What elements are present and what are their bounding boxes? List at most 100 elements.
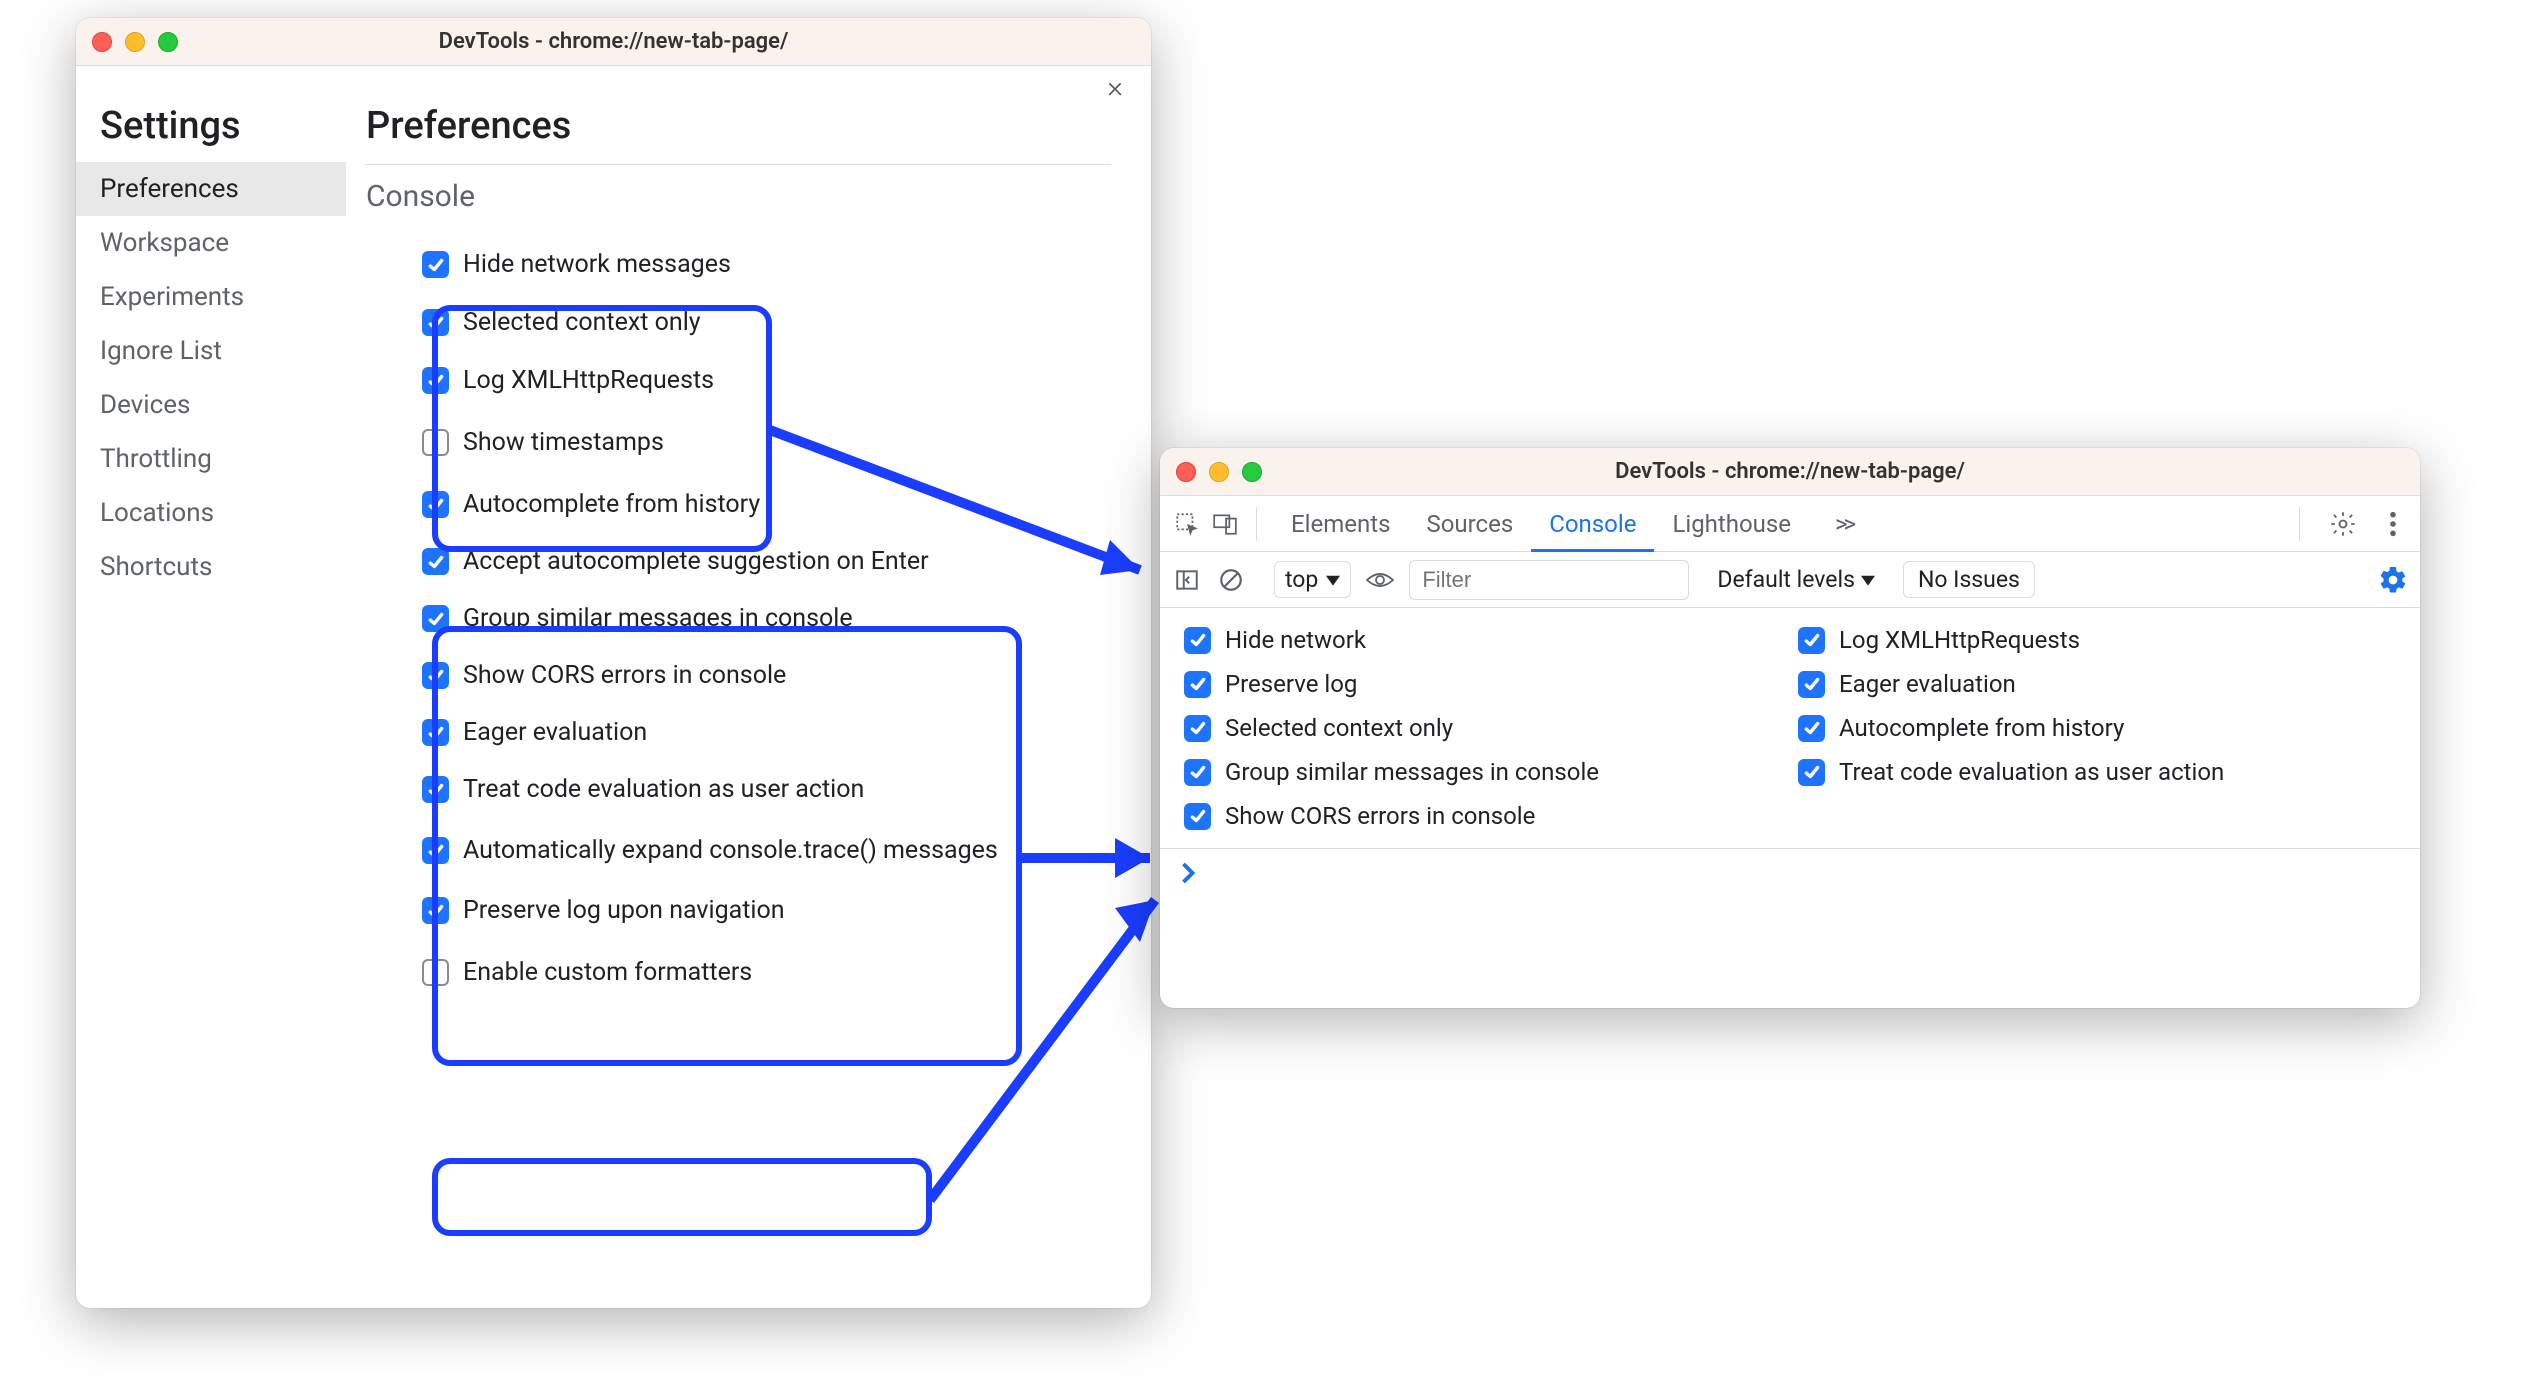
issues-pill[interactable]: No Issues <box>1903 561 2035 598</box>
console-setting-checkbox[interactable]: Group similar messages in console <box>1184 750 1782 794</box>
console-pref-checkbox[interactable]: Preserve log upon navigation <box>422 886 1111 934</box>
console-pref-checkbox[interactable]: Autocomplete from history <box>422 476 1111 533</box>
checkbox[interactable] <box>1184 803 1211 830</box>
checkbox-label: Hide network <box>1225 626 1366 654</box>
console-setting-checkbox[interactable]: Treat code evaluation as user action <box>1798 750 2396 794</box>
checkbox[interactable] <box>1184 759 1211 786</box>
settings-nav-item[interactable]: Devices <box>76 378 346 432</box>
console-prompt[interactable] <box>1160 849 2420 904</box>
checkbox[interactable] <box>422 605 449 632</box>
console-pref-checkbox[interactable]: Hide network messages <box>422 236 1111 294</box>
chevron-right-icon <box>1180 861 1196 885</box>
checkbox[interactable] <box>422 959 449 986</box>
console-settings-gear-icon[interactable] <box>2378 565 2408 595</box>
settings-nav-item[interactable]: Locations <box>76 486 346 540</box>
checkbox-label: Show CORS errors in console <box>463 661 786 690</box>
window-traffic-lights[interactable] <box>92 32 178 52</box>
settings-gear-icon[interactable] <box>2328 509 2358 539</box>
checkbox[interactable] <box>1798 671 1825 698</box>
checkbox[interactable] <box>422 897 449 924</box>
window-traffic-lights[interactable] <box>1176 462 1262 482</box>
checkbox-label: Group similar messages in console <box>463 604 853 633</box>
console-pref-checkbox[interactable]: Automatically expand console.trace() mes… <box>422 826 1111 874</box>
minimize-window-icon[interactable] <box>1209 462 1229 482</box>
filter-input[interactable] <box>1409 560 1689 600</box>
console-pref-checkbox[interactable]: Show CORS errors in console <box>422 647 1111 704</box>
close-window-icon[interactable] <box>92 32 112 52</box>
settings-nav-item[interactable]: Preferences <box>76 162 346 216</box>
settings-nav-item[interactable]: Experiments <box>76 270 346 324</box>
window-title: DevTools - chrome://new-tab-page/ <box>1615 459 1965 484</box>
titlebar: DevTools - chrome://new-tab-page/ <box>1160 448 2420 496</box>
close-settings-button[interactable]: × <box>1107 70 1123 105</box>
console-setting-checkbox[interactable]: Hide network <box>1184 618 1782 662</box>
console-pref-checkbox[interactable]: Selected context only <box>422 294 1111 352</box>
maximize-window-icon[interactable] <box>1242 462 1262 482</box>
console-pref-checkbox[interactable]: Accept autocomplete suggestion on Enter <box>422 533 1111 590</box>
console-setting-checkbox[interactable]: Show CORS errors in console <box>1184 794 1782 838</box>
console-sidebar-toggle-icon[interactable] <box>1172 565 1202 595</box>
minimize-window-icon[interactable] <box>125 32 145 52</box>
console-setting-checkbox[interactable]: Autocomplete from history <box>1798 706 2396 750</box>
checkbox[interactable] <box>1184 671 1211 698</box>
checkbox[interactable] <box>422 491 449 518</box>
maximize-window-icon[interactable] <box>158 32 178 52</box>
checkbox[interactable] <box>1184 627 1211 654</box>
close-window-icon[interactable] <box>1176 462 1196 482</box>
context-selector[interactable]: top <box>1274 561 1351 598</box>
settings-nav-item[interactable]: Throttling <box>76 432 346 486</box>
checkbox[interactable] <box>422 309 449 336</box>
checkbox[interactable] <box>422 776 449 803</box>
console-setting-checkbox[interactable]: Eager evaluation <box>1798 662 2396 706</box>
console-pref-checkbox[interactable]: Group similar messages in console <box>422 590 1111 647</box>
checkbox[interactable] <box>1798 759 1825 786</box>
checkbox[interactable] <box>422 367 449 394</box>
live-expression-icon[interactable] <box>1365 565 1395 595</box>
checkbox[interactable] <box>422 251 449 278</box>
device-toolbar-icon[interactable] <box>1210 509 1240 539</box>
panel-tab[interactable]: Lighthouse <box>1654 496 1809 552</box>
settings-heading: Settings <box>76 104 346 162</box>
inspect-element-icon[interactable] <box>1172 509 1202 539</box>
checkbox[interactable] <box>1798 715 1825 742</box>
checkbox[interactable] <box>422 662 449 689</box>
console-setting-checkbox[interactable]: Log XMLHttpRequests <box>1798 618 2396 662</box>
settings-nav-item[interactable]: Workspace <box>76 216 346 270</box>
settings-nav-item[interactable]: Ignore List <box>76 324 346 378</box>
log-levels-selector[interactable]: Default levels <box>1717 566 1875 593</box>
checkbox[interactable] <box>422 837 449 864</box>
checkbox-label: Selected context only <box>1225 714 1453 742</box>
console-section-heading: Console <box>366 179 1111 214</box>
checkbox-label: Log XMLHttpRequests <box>1839 626 2080 654</box>
clear-console-icon[interactable] <box>1216 565 1246 595</box>
chevron-down-icon <box>1861 573 1875 587</box>
devtools-console-window: DevTools - chrome://new-tab-page/ Elemen… <box>1160 448 2420 1008</box>
panel-tab[interactable]: Sources <box>1408 496 1531 552</box>
console-pref-checkbox[interactable]: Show timestamps <box>422 418 1111 466</box>
console-pref-checkbox[interactable]: Eager evaluation <box>422 704 1111 761</box>
checkbox[interactable] <box>422 429 449 456</box>
console-setting-checkbox[interactable]: Selected context only <box>1184 706 1782 750</box>
checkbox-label: Show CORS errors in console <box>1225 802 1535 830</box>
checkbox-label: Autocomplete from history <box>463 490 760 519</box>
devtools-settings-window: DevTools - chrome://new-tab-page/ × Sett… <box>76 18 1151 1308</box>
checkbox[interactable] <box>1798 627 1825 654</box>
console-pref-checkbox[interactable]: Treat code evaluation as user action <box>422 761 1111 818</box>
log-levels-label: Default levels <box>1717 566 1855 593</box>
context-selector-value: top <box>1285 566 1318 593</box>
checkbox-label: Treat code evaluation as user action <box>1839 758 2224 786</box>
console-setting-checkbox[interactable]: Preserve log <box>1184 662 1782 706</box>
preferences-heading: Preferences <box>366 104 1111 165</box>
checkbox-label: Eager evaluation <box>463 718 647 747</box>
panel-tab[interactable]: Elements <box>1273 496 1408 552</box>
console-pref-checkbox[interactable]: Log XMLHttpRequests <box>422 352 1111 410</box>
panel-tab[interactable]: Console <box>1531 496 1654 552</box>
more-tabs-button[interactable]: >> <box>1817 496 1870 552</box>
kebab-menu-icon[interactable] <box>2378 509 2408 539</box>
console-pref-checkbox[interactable]: Enable custom formatters <box>422 948 1111 996</box>
checkbox-label: Show timestamps <box>463 428 664 457</box>
checkbox[interactable] <box>1184 715 1211 742</box>
settings-nav-item[interactable]: Shortcuts <box>76 540 346 594</box>
checkbox[interactable] <box>422 548 449 575</box>
checkbox[interactable] <box>422 719 449 746</box>
